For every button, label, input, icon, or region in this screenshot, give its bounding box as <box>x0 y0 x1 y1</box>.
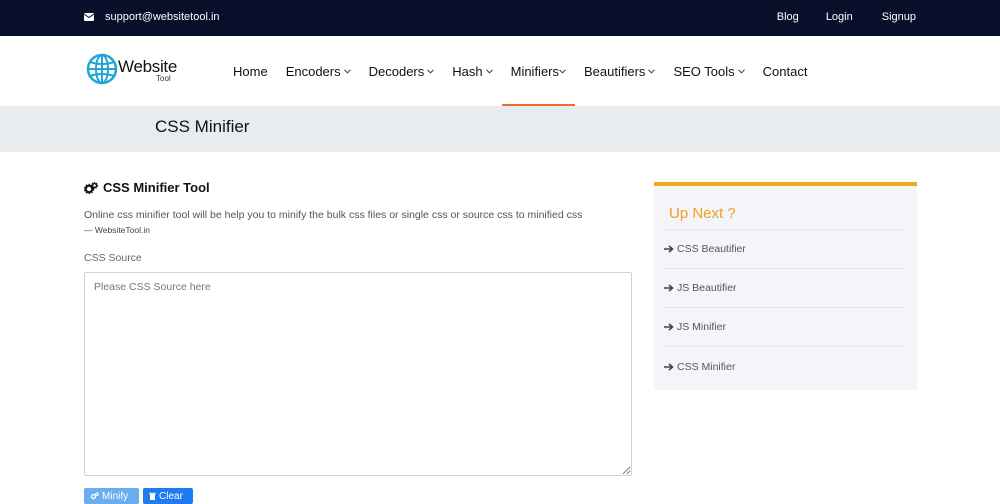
up-next-panel: Up Next ? CSS Beautifier JS Beautifier J… <box>654 182 917 390</box>
envelope-icon <box>84 13 94 21</box>
primary-nav: Home Encoders Decoders Hash Minifiers Be… <box>224 36 816 106</box>
nav-decoders[interactable]: Decoders <box>360 36 444 106</box>
tool-heading-text: CSS Minifier Tool <box>103 180 210 195</box>
support-email-text: support@websitetool.in <box>105 11 220 23</box>
nav-contact-label: Contact <box>762 63 808 79</box>
up-next-link-label: CSS Minifier <box>677 360 736 373</box>
up-next-link-css-minifier[interactable]: CSS Minifier <box>664 347 904 386</box>
logo-sub-text: Tool <box>156 74 171 83</box>
chevron-down-icon <box>343 68 351 74</box>
nav-home[interactable]: Home <box>224 36 277 106</box>
main-navbar: Website Tool Home Encoders Decoders Hash… <box>0 36 1000 106</box>
minify-button[interactable]: Minify <box>84 488 139 504</box>
nav-home-label: Home <box>233 63 268 79</box>
chevron-down-icon <box>737 68 745 74</box>
up-next-list: CSS Beautifier JS Beautifier JS Minifier… <box>664 229 904 386</box>
chevron-down-icon <box>648 68 656 74</box>
tool-panel: CSS Minifier Tool Online css minifier to… <box>84 180 632 476</box>
up-next-link-label: JS Minifier <box>677 321 727 333</box>
nav-hash[interactable]: Hash <box>443 36 501 106</box>
top-links: Blog Login Signup <box>777 11 916 23</box>
globe-icon <box>86 53 118 85</box>
nav-seo-tools[interactable]: SEO Tools <box>664 36 753 106</box>
action-buttons: Minify Clear <box>84 488 193 504</box>
trash-icon <box>149 492 156 500</box>
support-email[interactable]: support@websitetool.in <box>84 11 220 23</box>
chevron-down-icon <box>559 68 566 74</box>
arrow-right-icon <box>664 323 674 331</box>
up-next-link-css-beautifier[interactable]: CSS Beautifier <box>664 230 904 269</box>
css-source-input[interactable] <box>84 272 632 476</box>
nav-minifiers-label: Minifiers <box>510 63 560 79</box>
chevron-down-icon <box>485 68 493 74</box>
nav-minifiers[interactable]: Minifiers <box>501 36 576 106</box>
tool-citation: — WebsiteTool.in <box>84 225 150 235</box>
nav-encoders-label: Encoders <box>285 63 341 79</box>
signup-link[interactable]: Signup <box>882 11 916 23</box>
up-next-link-js-minifier[interactable]: JS Minifier <box>664 308 904 347</box>
clear-button[interactable]: Clear <box>143 488 193 504</box>
nav-encoders[interactable]: Encoders <box>277 36 360 106</box>
nav-beautifiers-label: Beautifiers <box>584 63 646 79</box>
cogs-icon <box>90 492 99 500</box>
up-next-link-label: CSS Beautifier <box>677 243 746 255</box>
site-logo[interactable]: Website Tool <box>86 53 186 89</box>
blog-link[interactable]: Blog <box>777 11 799 23</box>
cogs-icon <box>84 181 98 194</box>
nav-hash-label: Hash <box>452 63 483 79</box>
top-bar: support@websitetool.in Blog Login Signup <box>0 0 1000 36</box>
up-next-link-label: JS Beautifier <box>677 282 737 294</box>
page-title-bar: CSS Minifier <box>0 106 1000 152</box>
page-title: CSS Minifier <box>155 117 250 136</box>
css-source-label: CSS Source <box>84 252 142 264</box>
nav-contact[interactable]: Contact <box>754 36 817 106</box>
tool-heading: CSS Minifier Tool <box>84 180 632 195</box>
arrow-right-icon <box>664 362 674 371</box>
login-link[interactable]: Login <box>826 11 853 23</box>
nav-decoders-label: Decoders <box>368 63 425 79</box>
arrow-right-icon <box>664 245 674 253</box>
up-next-link-js-beautifier[interactable]: JS Beautifier <box>664 269 904 308</box>
nav-seo-tools-label: SEO Tools <box>673 63 735 79</box>
arrow-right-icon <box>664 284 674 292</box>
nav-beautifiers[interactable]: Beautifiers <box>575 36 664 106</box>
tool-description: Online css minifier tool will be help yo… <box>84 209 583 221</box>
chevron-down-icon <box>427 68 435 74</box>
up-next-heading: Up Next ? <box>669 205 736 222</box>
